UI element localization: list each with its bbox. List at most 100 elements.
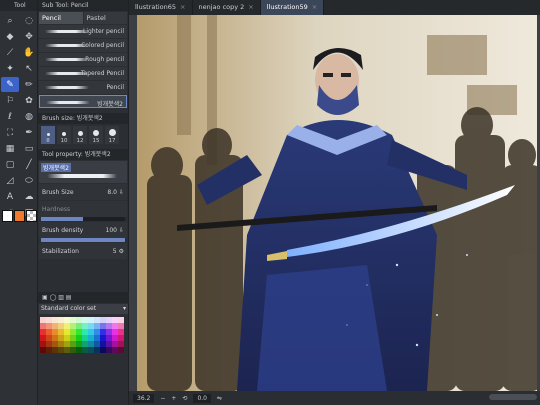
palette-swatch[interactable]: [106, 347, 112, 353]
palette-swatch[interactable]: [58, 335, 64, 341]
density-slider[interactable]: [41, 238, 125, 242]
operation-icon[interactable]: ↖: [20, 61, 38, 76]
brush-item[interactable]: Colored pencil: [39, 39, 127, 52]
hardness-row[interactable]: Hardness: [39, 201, 127, 217]
tab-pastel[interactable]: Pastel: [83, 12, 127, 24]
palette-swatch[interactable]: [40, 347, 46, 353]
pen-icon[interactable]: ✒: [20, 125, 38, 140]
palette-swatch[interactable]: [46, 347, 52, 353]
palette-swatch[interactable]: [100, 335, 106, 341]
balloon-icon[interactable]: ☁: [20, 189, 38, 204]
palette-swatch[interactable]: [112, 341, 118, 347]
size-option[interactable]: 8: [41, 126, 55, 144]
palette-swatch[interactable]: [82, 335, 88, 341]
palette-swatch[interactable]: [46, 341, 52, 347]
figure-icon[interactable]: ▢: [1, 157, 19, 172]
airbrush-icon[interactable]: ⚐: [1, 93, 19, 108]
palette-swatch[interactable]: [100, 323, 106, 329]
fill-icon[interactable]: ⛶: [1, 125, 19, 140]
palette-swatch[interactable]: [118, 341, 124, 347]
move-icon[interactable]: ✥: [20, 29, 38, 44]
palette-swatch[interactable]: [82, 323, 88, 329]
zoom-in-icon[interactable]: +: [171, 395, 176, 402]
palette-swatch[interactable]: [76, 323, 82, 329]
zoom-out-icon[interactable]: −: [160, 395, 165, 402]
main-color-swatch[interactable]: [2, 210, 13, 222]
canvas-artwork[interactable]: [137, 15, 537, 391]
palette-swatch[interactable]: [64, 323, 70, 329]
brush-item-selected[interactable]: 빙개붓색2: [39, 95, 127, 108]
palette-swatch[interactable]: [100, 341, 106, 347]
size-option[interactable]: 12: [73, 126, 87, 144]
flip-icon[interactable]: ⇋: [217, 395, 222, 402]
pressure-icon[interactable]: ⇩: [119, 227, 124, 234]
brush-item[interactable]: Lighter pencil: [39, 25, 127, 38]
palette-swatch[interactable]: [46, 329, 52, 335]
angle-field[interactable]: 0.0: [193, 393, 211, 403]
palette-swatch[interactable]: [94, 317, 100, 323]
palette-swatch[interactable]: [70, 323, 76, 329]
eyedropper-icon[interactable]: ⟋: [1, 45, 19, 60]
brush-icon[interactable]: ✏: [20, 77, 38, 92]
lasso-select-icon[interactable]: ◌: [20, 13, 38, 28]
palette-swatch[interactable]: [76, 341, 82, 347]
horizontal-scrollbar[interactable]: [489, 394, 537, 400]
palette-swatch[interactable]: [118, 329, 124, 335]
palette-swatch[interactable]: [58, 317, 64, 323]
palette-swatch[interactable]: [40, 317, 46, 323]
palette-swatch[interactable]: [100, 317, 106, 323]
palette-swatch[interactable]: [82, 317, 88, 323]
palette-swatch[interactable]: [70, 329, 76, 335]
palette-swatch[interactable]: [58, 347, 64, 353]
palette-swatch[interactable]: [40, 323, 46, 329]
pencil-icon[interactable]: ✎: [1, 77, 19, 92]
document-tab[interactable]: nenjao copy 2 ×: [193, 0, 261, 15]
rotate-icon[interactable]: ⟲: [182, 395, 187, 402]
palette-swatch[interactable]: [52, 317, 58, 323]
palette-swatch[interactable]: [88, 317, 94, 323]
decoration-icon[interactable]: ✿: [20, 93, 38, 108]
palette-swatch[interactable]: [82, 329, 88, 335]
blend-icon[interactable]: ◍: [20, 109, 38, 124]
palette-swatch[interactable]: [112, 347, 118, 353]
palette-swatch[interactable]: [100, 347, 106, 353]
palette-swatch[interactable]: [106, 323, 112, 329]
palette-swatch[interactable]: [76, 335, 82, 341]
palette-swatch[interactable]: [94, 329, 100, 335]
palette-swatch[interactable]: [112, 317, 118, 323]
palette-swatch[interactable]: [46, 335, 52, 341]
palette-swatch[interactable]: [58, 323, 64, 329]
palette-swatch[interactable]: [52, 347, 58, 353]
zoom-icon[interactable]: ⌕: [1, 13, 19, 28]
frame-icon[interactable]: ⬭: [20, 173, 38, 188]
palette-swatch[interactable]: [94, 335, 100, 341]
sub-color-swatch[interactable]: [14, 210, 25, 222]
zoom-field[interactable]: 36.2: [133, 393, 155, 403]
eraser-icon[interactable]: ▭: [20, 141, 38, 156]
brush-item[interactable]: Pencil: [39, 81, 127, 94]
palette-swatch[interactable]: [64, 347, 70, 353]
palette-swatch[interactable]: [82, 347, 88, 353]
close-icon[interactable]: ×: [180, 0, 185, 15]
palette-swatch[interactable]: [118, 335, 124, 341]
pressure-icon[interactable]: ⇩: [119, 189, 124, 196]
lasso-fill-icon[interactable]: ℓ: [1, 109, 19, 124]
document-tab-active[interactable]: llustration59 ×: [260, 0, 325, 15]
text-icon[interactable]: A: [1, 189, 19, 204]
hardness-slider[interactable]: [41, 217, 125, 221]
ruler-icon[interactable]: ◿: [1, 173, 19, 188]
sparkle-icon[interactable]: ✦: [1, 61, 19, 76]
stabilization-row[interactable]: Stabilization 5 ⚙: [39, 243, 127, 259]
palette-swatch[interactable]: [40, 329, 46, 335]
tab-pencil[interactable]: Pencil: [39, 12, 83, 24]
palette-swatch[interactable]: [70, 347, 76, 353]
palette-swatch[interactable]: [88, 347, 94, 353]
palette-swatch[interactable]: [52, 323, 58, 329]
color-set-select[interactable]: Standard color set ▾: [39, 304, 128, 314]
palette-swatch[interactable]: [94, 347, 100, 353]
settings-icon[interactable]: ⚙: [119, 248, 124, 255]
brush-size-row[interactable]: Brush Size 8.0 ⇩: [39, 184, 127, 200]
palette-swatch[interactable]: [94, 341, 100, 347]
palette-swatch[interactable]: [106, 341, 112, 347]
close-icon[interactable]: ×: [312, 0, 317, 15]
